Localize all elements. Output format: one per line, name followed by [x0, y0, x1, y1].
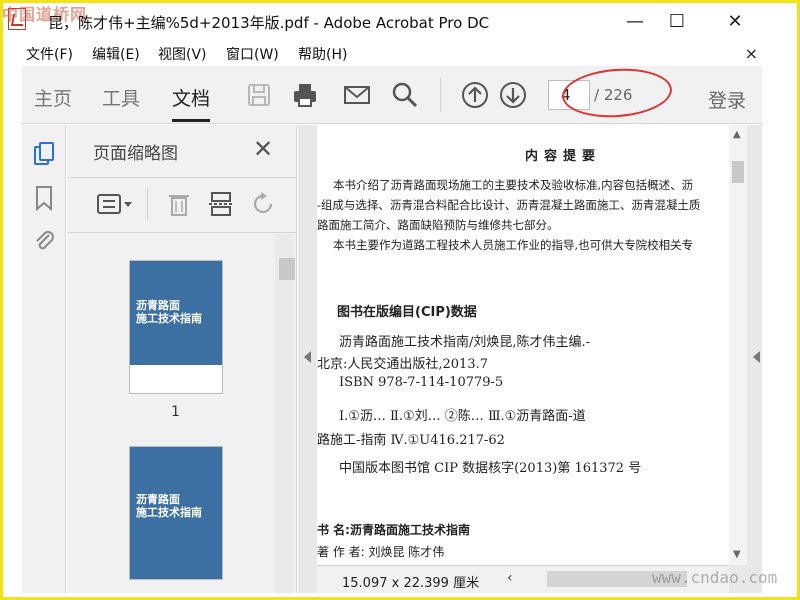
thumbnail-scroll-thumb[interactable] [279, 258, 295, 280]
menu-view[interactable]: 视图(V) [158, 44, 207, 64]
thumbnail-options-icon[interactable] [95, 190, 135, 218]
next-page-icon[interactable] [498, 80, 528, 110]
close-document-button[interactable]: × [745, 44, 758, 63]
page-dimensions: 15.097 x 22.399 厘米 [342, 572, 479, 591]
minimize-button[interactable]: — [612, 6, 658, 36]
document-scroll-thumb[interactable] [732, 161, 744, 183]
page-thumbnails-panel: 页面缩略图 ✕ 沥青路面 施工技术指南 [67, 125, 297, 593]
book-cover-image: 沥青路面 施工技术指南 [130, 261, 222, 365]
pdf-page: 内容提要 本书介绍了沥青路面现场施工的主要技术及验收标准,内容包括概述、沥 -组… [317, 125, 729, 565]
search-icon[interactable] [390, 80, 420, 110]
cip-line: 沥青路面施工技术指南/刘焕昆,陈才伟主编.- [339, 331, 590, 350]
title-bar: 中国道桥网 昆，陈才伟+主编%5d+2013年版.pdf - Adobe Acr… [0, 0, 800, 42]
collapse-left-icon[interactable] [304, 351, 311, 363]
page-text-line: 路面施工简介、路面缺陷预防与维修共七部分。 [317, 217, 559, 233]
thumbnail-page-1[interactable]: 沥青路面 施工技术指南 [129, 260, 223, 394]
page-text-line: 本书介绍了沥青路面现场施工的主要技术及验收标准,内容包括概述、沥 [333, 177, 693, 193]
cover-title: 沥青路面 施工技术指南 [136, 493, 202, 519]
cip-line: 北京:人民交通出版社,2013.7 [317, 353, 488, 372]
rotate-icon[interactable] [249, 190, 277, 218]
red-annotation-ellipse [560, 65, 673, 121]
cip-title: 图书在版编目(CIP)数据 [337, 301, 477, 320]
book-name: 书 名:沥青路面施工技术指南 [317, 521, 470, 538]
cover-title: 沥青路面 施工技术指南 [136, 299, 202, 325]
scroll-left-icon[interactable]: ‹ [507, 570, 513, 586]
toolbar-separator [440, 78, 441, 112]
tab-tools[interactable]: 工具 [102, 84, 140, 111]
cip-line: Ⅰ.①沥… Ⅱ.①刘… ②陈… Ⅲ.①沥青路面-道 [339, 405, 586, 424]
thumbnail-page-number: 1 [171, 404, 180, 420]
close-window-button[interactable]: ✕ [712, 6, 758, 36]
menu-file[interactable]: 文件(F) [26, 44, 73, 64]
scroll-up-icon[interactable]: ▲ [733, 129, 741, 140]
navigation-rail [22, 125, 66, 593]
tab-home[interactable]: 主页 [34, 84, 72, 111]
document-view: 内容提要 本书介绍了沥青路面现场施工的主要技术及验收标准,内容包括概述、沥 -组… [298, 125, 762, 593]
watermark-bottom: www.cndao.com [652, 568, 777, 587]
expand-right-panel-icon[interactable] [753, 351, 760, 363]
page-text-line: 本书主要作为道路工程技术人员施工作业的指导,也可供大专院校相关专 [333, 237, 693, 253]
tool-separator [147, 188, 148, 220]
bookmark-icon[interactable] [32, 185, 56, 211]
page-text-line: -组成与选择、沥青混合料配合比设计、沥青混凝土路面施工、沥青混凝土质 [317, 197, 700, 213]
tab-document[interactable]: 文档 [172, 84, 210, 111]
email-icon[interactable] [342, 80, 372, 110]
page-heading: 内容提要 [525, 145, 601, 164]
delete-icon[interactable] [165, 190, 193, 218]
insert-pages-icon[interactable] [207, 190, 235, 218]
menu-edit[interactable]: 编辑(E) [92, 44, 140, 64]
sign-in-link[interactable]: 登录 [708, 86, 746, 113]
book-cover-image: 沥青路面 施工技术指南 [130, 447, 222, 580]
window-title: 昆，陈才伟+主编%5d+2013年版.pdf - Adobe Acrobat P… [48, 12, 489, 33]
panel-title: 页面缩略图 [93, 139, 178, 164]
maximize-button[interactable]: ☐ [654, 6, 700, 36]
book-authors: 著 作 者: 刘焕昆 陈才伟 [317, 543, 444, 560]
cip-line: 中国版本图书馆 CIP 数据核字(2013)第 161372 号 [339, 457, 641, 476]
main-toolbar: 主页 工具 文档 4 / 226 登录 [22, 66, 762, 124]
page-thumbnails-icon[interactable] [32, 141, 56, 167]
save-icon[interactable] [244, 80, 274, 110]
menu-bar: 文件(F) 编辑(E) 视图(V) 窗口(W) 帮助(H) × [0, 42, 800, 66]
cip-line: ISBN 978-7-114-10779-5 [339, 375, 503, 390]
attachment-icon[interactable] [32, 227, 56, 253]
thumbnail-scrollbar[interactable] [275, 234, 293, 593]
thumbnail-page-2[interactable]: 沥青路面 施工技术指南 [129, 446, 223, 580]
menu-help[interactable]: 帮助(H) [298, 44, 347, 64]
thumbnail-tools [67, 177, 297, 233]
scroll-down-icon[interactable]: ▼ [733, 549, 741, 560]
previous-page-icon[interactable] [460, 80, 490, 110]
thumbnail-list: 沥青路面 施工技术指南 1 沥青路面 施工技术指南 [67, 234, 275, 593]
print-icon[interactable] [290, 80, 320, 110]
document-scrollbar[interactable]: ▲ ▼ [729, 125, 747, 565]
close-panel-icon[interactable]: ✕ [253, 135, 273, 163]
menu-window[interactable]: 窗口(W) [226, 44, 279, 64]
cip-line: 路施工-指南 Ⅳ.①U416.217-62 [317, 429, 505, 448]
